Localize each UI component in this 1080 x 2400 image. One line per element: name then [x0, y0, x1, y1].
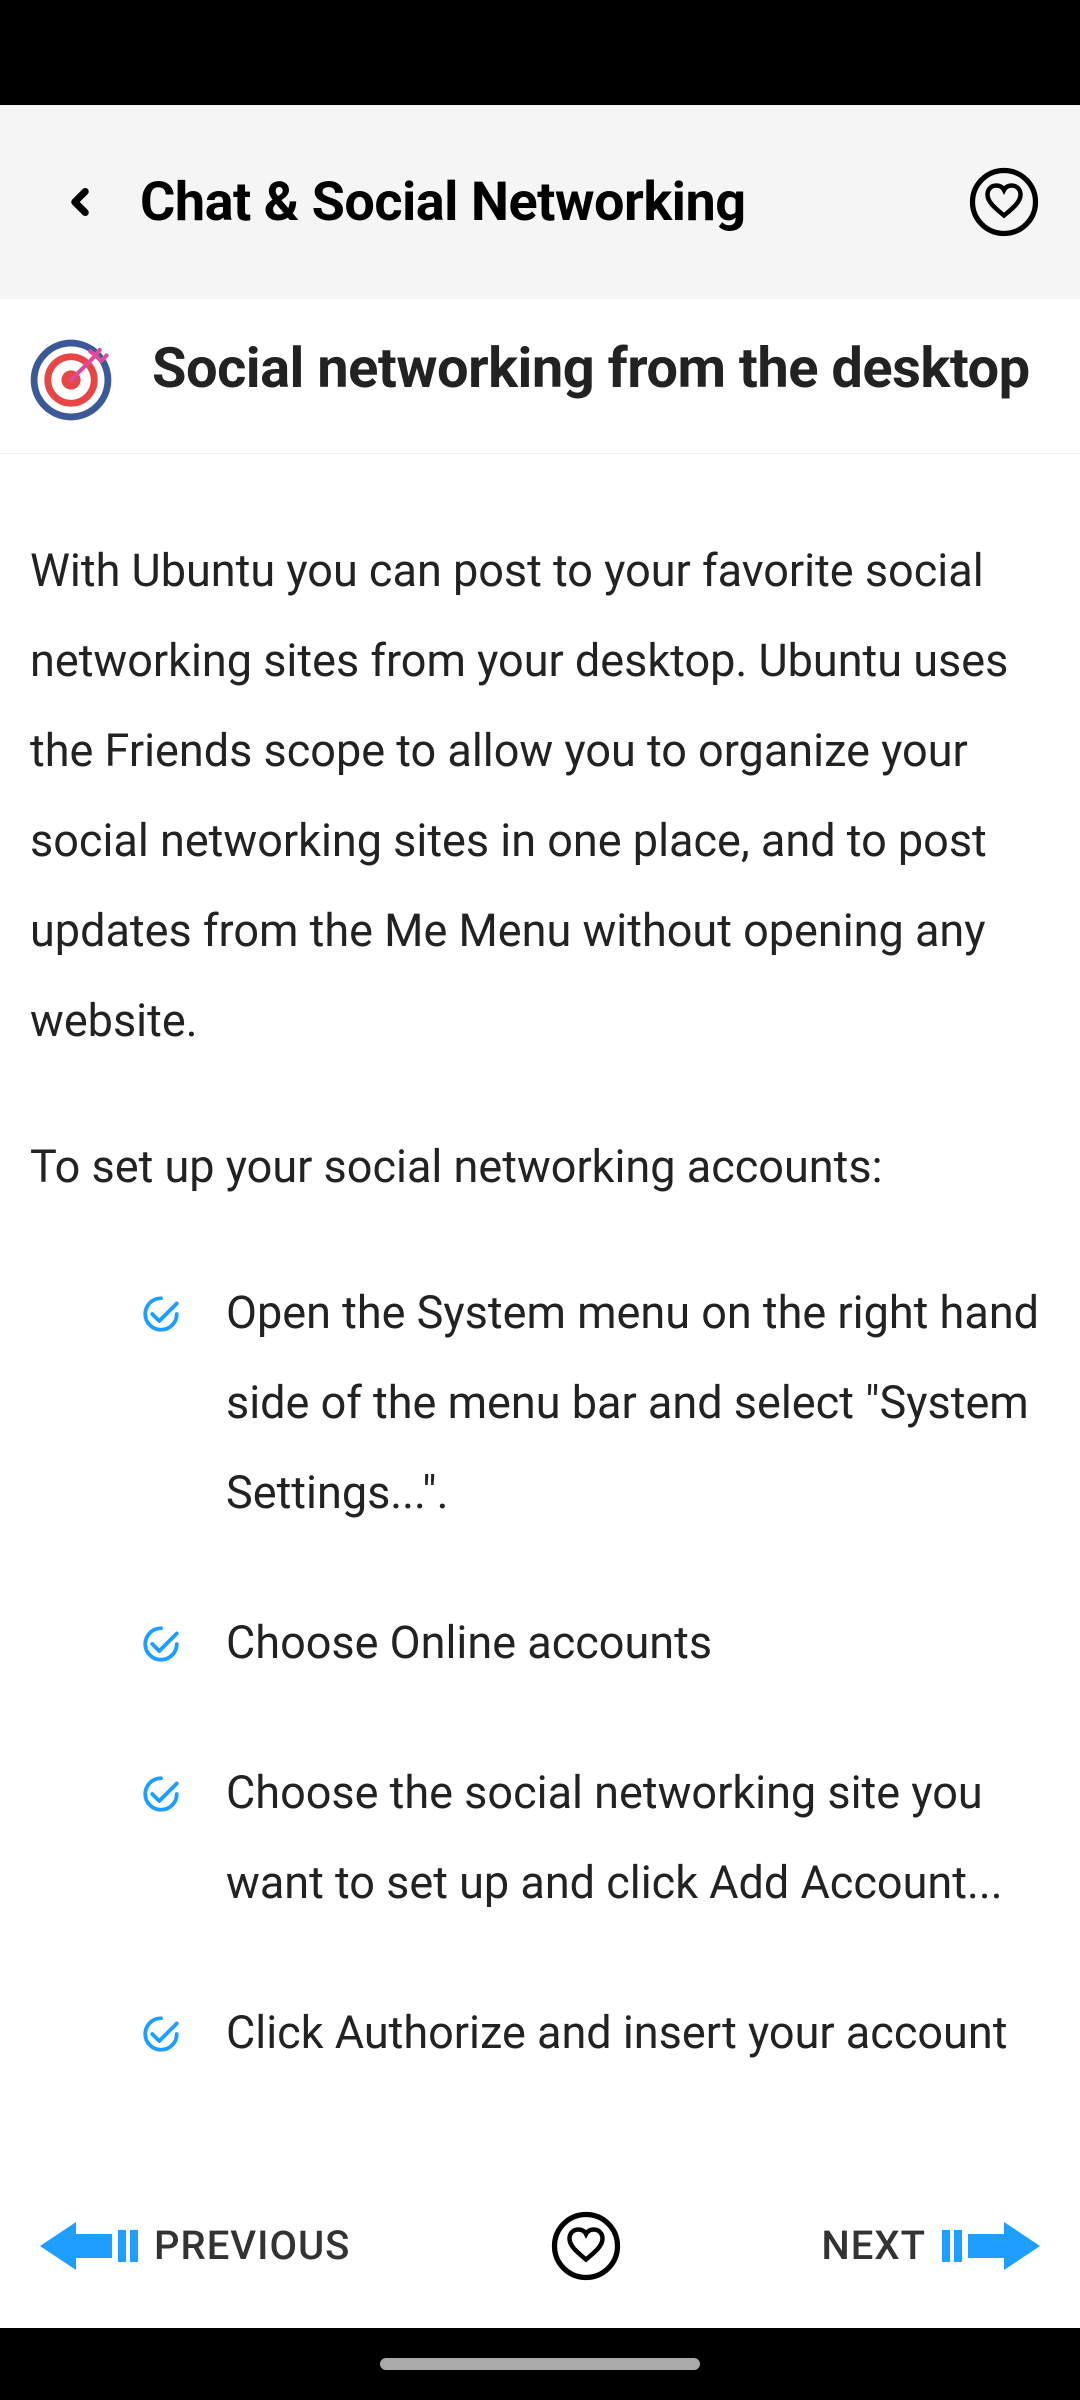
next-button[interactable]: NEXT — [821, 2211, 1040, 2281]
chevron-left-icon — [59, 181, 101, 223]
check-circle-icon — [140, 1623, 182, 1665]
next-label: NEXT — [821, 2222, 926, 2269]
section-title: Social networking from the desktop — [152, 337, 1030, 400]
arrow-left-icon — [40, 2211, 140, 2281]
previous-button[interactable]: PREVIOUS — [40, 2211, 350, 2281]
article-content: Social networking from the desktop With … — [0, 299, 1080, 2328]
step-text: Choose Online accounts — [226, 1598, 1050, 1688]
app-content: Chat & Social Networking Social networki… — [0, 105, 1080, 2328]
step-item: Open the System menu on the right hand s… — [140, 1268, 1050, 1538]
arrow-right-icon — [940, 2211, 1040, 2281]
heart-outline-icon — [550, 2210, 622, 2282]
check-circle-icon — [140, 2013, 182, 2055]
steps-list: Open the System menu on the right hand s… — [0, 1212, 1080, 2078]
previous-label: PREVIOUS — [154, 2222, 350, 2269]
step-item: Click Authorize and insert your account — [140, 1988, 1050, 2078]
status-bar — [0, 0, 1080, 105]
paragraph-1: With Ubuntu you can post to your favorit… — [30, 526, 1050, 1066]
header-title: Chat & Social Networking — [140, 171, 938, 234]
step-text: Click Authorize and insert your account — [226, 1988, 1050, 2078]
step-text: Choose the social networking site you wa… — [226, 1748, 1050, 1928]
check-circle-icon — [140, 1293, 182, 1335]
section-header: Social networking from the desktop — [0, 299, 1080, 454]
target-icon — [30, 339, 112, 421]
article-body: With Ubuntu you can post to your favorit… — [0, 454, 1080, 1212]
footer-nav: PREVIOUS NEXT — [0, 2163, 1080, 2328]
favorite-button[interactable] — [968, 166, 1040, 238]
app-header: Chat & Social Networking — [0, 105, 1080, 299]
heart-outline-icon — [968, 166, 1040, 238]
step-item: Choose Online accounts — [140, 1598, 1050, 1688]
step-text: Open the System menu on the right hand s… — [226, 1268, 1050, 1538]
system-nav-bar — [0, 2328, 1080, 2400]
gesture-handle[interactable] — [380, 2358, 700, 2370]
step-item: Choose the social networking site you wa… — [140, 1748, 1050, 1928]
check-circle-icon — [140, 1773, 182, 1815]
footer-favorite-button[interactable] — [550, 2210, 622, 2282]
back-button[interactable] — [50, 172, 110, 232]
paragraph-2: To set up your social networking account… — [30, 1122, 1050, 1212]
